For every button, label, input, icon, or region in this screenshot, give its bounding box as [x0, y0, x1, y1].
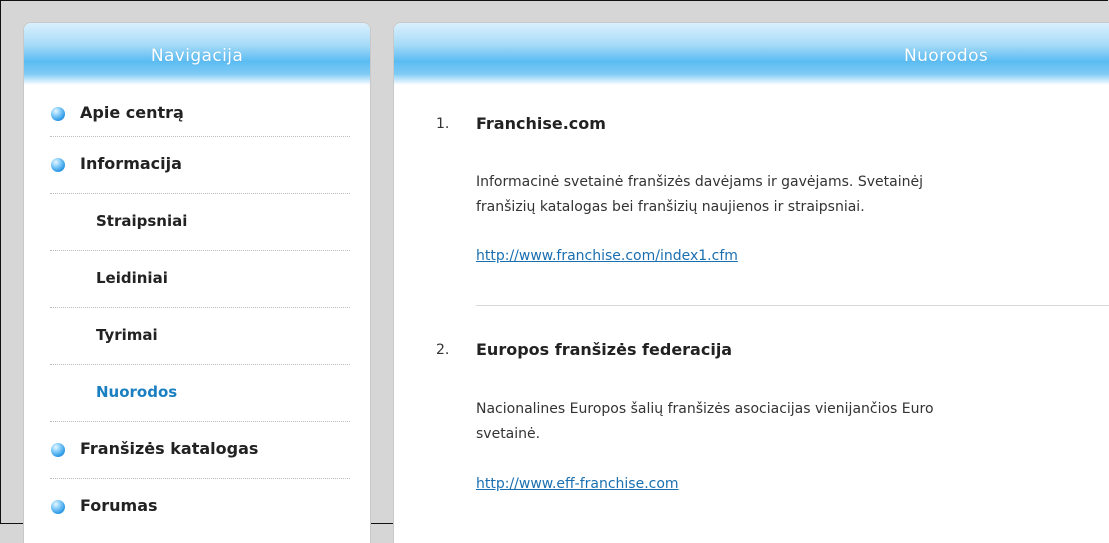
nav-item-straipsniai[interactable]: Straipsniai: [50, 194, 350, 251]
nav-item-forumas[interactable]: Forumas: [50, 479, 350, 536]
nav-item-label: Franšizės katalogas: [80, 439, 259, 458]
nav-item-nuorodos[interactable]: Nuorodos: [50, 365, 350, 422]
link-description: franšizių katalogas bei franšizių naujie…: [476, 199, 865, 215]
nav-item-informacija[interactable]: Informacija: [50, 137, 350, 194]
nav-item-leidiniai[interactable]: Leidiniai: [50, 251, 350, 308]
link-number: 1.: [436, 116, 450, 132]
link-url[interactable]: http://www.eff-franchise.com: [476, 476, 679, 492]
navigation-header: Navigacija: [24, 23, 370, 85]
bullet-icon: [51, 500, 65, 514]
nav-item-apie-centra[interactable]: Apie centrą: [50, 85, 350, 137]
nav-item-tyrimai[interactable]: Tyrimai: [50, 308, 350, 365]
navigation-list: Apie centrą Informacija Straipsniai Leid…: [24, 85, 370, 536]
link-description: Informacinė svetainė franšizės davėjams …: [476, 174, 923, 190]
bullet-icon: [51, 107, 65, 121]
link-description: svetainė.: [476, 426, 541, 442]
links-panel: Nuorodos 1. Franchise.com Informacinė sv…: [394, 23, 1109, 543]
bullet-icon: [51, 443, 65, 457]
link-url[interactable]: http://www.franchise.com/index1.cfm: [476, 248, 738, 264]
link-description: Nacionalines Europos šalių franšizės aso…: [476, 401, 934, 417]
link-title: Franchise.com: [476, 114, 606, 133]
nav-item-label: Apie centrą: [80, 103, 184, 122]
link-title: Europos franšizės federacija: [476, 340, 733, 359]
nav-item-label: Nuorodos: [96, 383, 178, 401]
link-number: 2.: [436, 342, 450, 358]
nav-item-label: Informacija: [80, 154, 182, 173]
nav-item-fransizes-katalogas[interactable]: Franšizės katalogas: [50, 422, 350, 479]
links-header: Nuorodos: [394, 23, 1109, 85]
nav-item-label: Forumas: [80, 496, 158, 515]
navigation-panel: Navigacija Apie centrą Informacija Strai…: [24, 23, 370, 543]
nav-item-label: Tyrimai: [96, 326, 158, 344]
divider: [476, 305, 1109, 306]
nav-item-label: Straipsniai: [96, 212, 188, 230]
nav-item-label: Leidiniai: [96, 269, 168, 287]
bullet-icon: [51, 158, 65, 172]
